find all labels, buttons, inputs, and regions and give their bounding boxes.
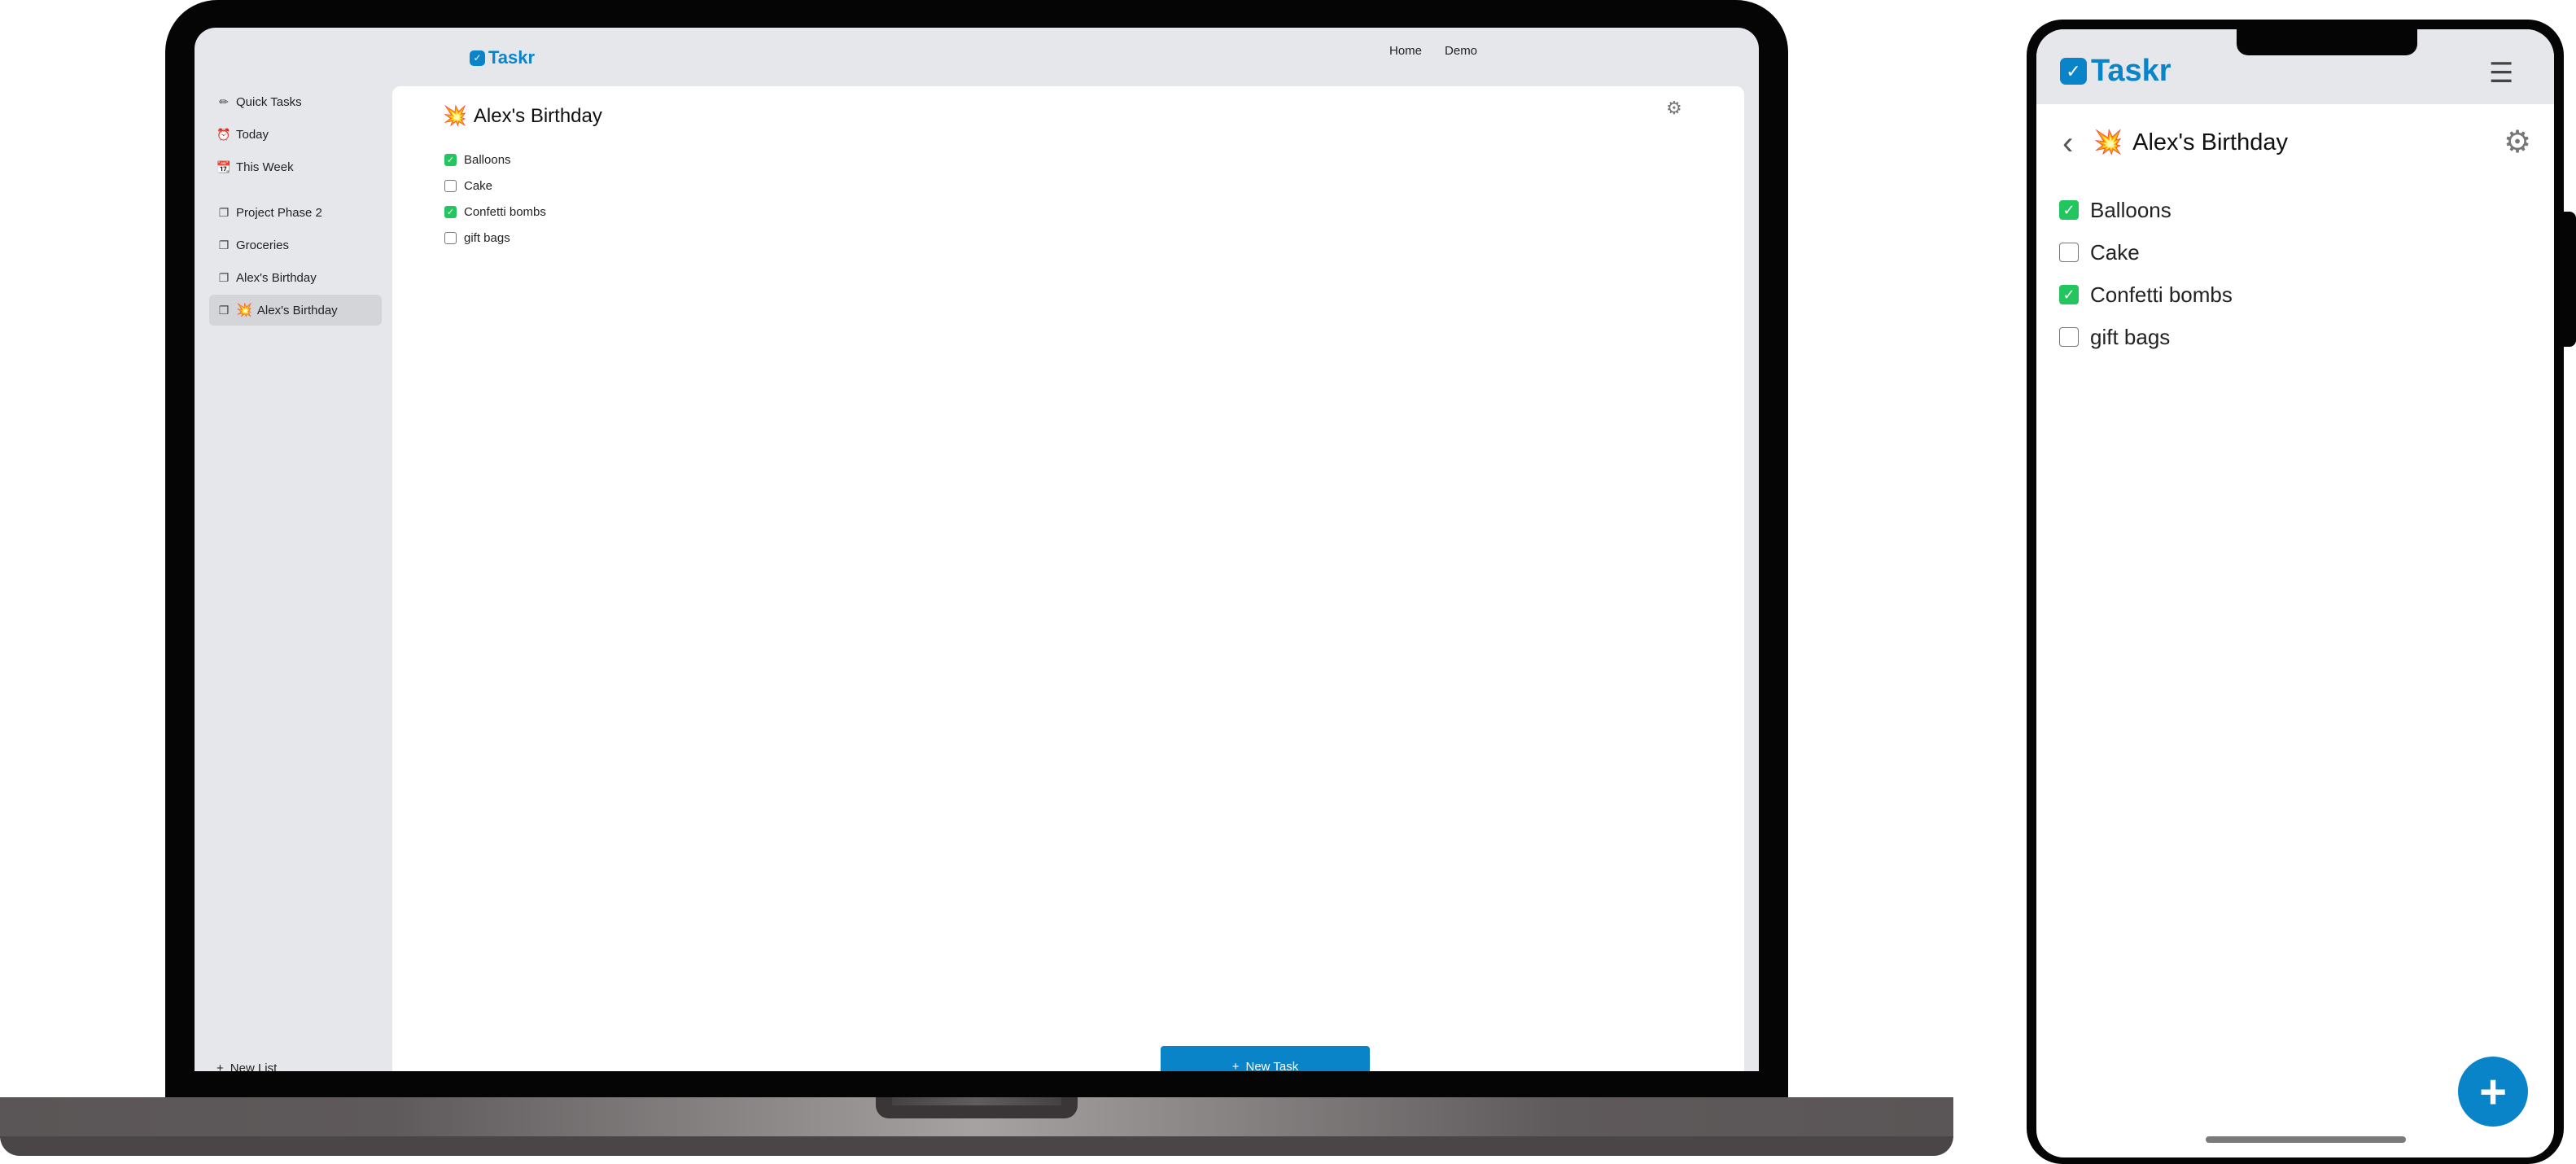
calendar-icon: 📆	[216, 160, 231, 173]
gear-icon[interactable]: ⚙	[1666, 98, 1682, 119]
explosion-emoji-icon: 💥	[2093, 129, 2123, 155]
list-title: 💥 Alex's Birthday	[2093, 129, 2288, 156]
plus-icon: +	[1231, 1059, 1240, 1072]
nav-home-link[interactable]: Home	[1389, 44, 1422, 58]
task-row[interactable]: gift bags	[2059, 316, 2233, 358]
new-list-label: New List	[230, 1061, 278, 1071]
list-icon: ❐	[218, 303, 230, 317]
nav-demo-link[interactable]: Demo	[1445, 44, 1477, 58]
gear-icon[interactable]: ⚙	[2504, 124, 2531, 160]
sidebar-item-today[interactable]: ⏰ Today	[209, 119, 382, 150]
list-title: 💥 Alex's Birthday	[443, 104, 602, 128]
logo-check-icon: ✓	[2060, 58, 2087, 85]
desktop-header: ✓ Taskr Home Demo	[195, 28, 1759, 86]
phone-side-button	[2561, 212, 2576, 347]
list-title-text: Alex's Birthday	[473, 104, 602, 127]
explosion-emoji-icon: 💥	[236, 304, 252, 317]
new-task-label: New Task	[1245, 1059, 1299, 1072]
new-task-button[interactable]: + New Task	[1161, 1046, 1370, 1071]
sidebar: ✏ Quick Tasks ⏰ Today 📆 This Week ❐ Proj…	[209, 85, 382, 1071]
task-list: ✓ Balloons Cake ✓ Confetti bombs gift ba…	[2059, 189, 2233, 358]
app-logo-text: Taskr	[488, 47, 536, 68]
sidebar-item-label: Alex's Birthday	[236, 270, 317, 285]
task-row[interactable]: Cake	[444, 173, 546, 199]
task-checkbox[interactable]	[444, 231, 457, 244]
list-icon: ❐	[218, 270, 230, 284]
task-row[interactable]: ✓ Balloons	[444, 147, 546, 173]
pencil-icon: ✏	[219, 94, 229, 108]
mobile-app-window: ✓ Taskr ☰ ‹ 💥 Alex's Birthday ⚙ ✓ Balloo…	[2036, 29, 2554, 1157]
app-logo[interactable]: ✓ Taskr	[470, 47, 535, 68]
sidebar-item-project-phase-2[interactable]: ❐ Project Phase 2	[209, 197, 382, 228]
hamburger-menu-icon[interactable]: ☰	[2489, 57, 2513, 90]
task-checkbox[interactable]	[2059, 243, 2079, 262]
logo-check-icon: ✓	[470, 50, 485, 66]
phone-notch	[2237, 23, 2417, 55]
laptop-hinge-notch	[876, 1097, 1078, 1118]
list-icon: ❐	[218, 205, 230, 219]
task-label: Confetti bombs	[464, 204, 546, 219]
sidebar-item-label: This Week	[236, 160, 294, 174]
list-icon: ❐	[218, 238, 230, 252]
sidebar-item-groceries[interactable]: ❐ Groceries	[209, 230, 382, 260]
task-label: Cake	[464, 178, 493, 193]
top-nav: Home Demo	[1389, 44, 1477, 58]
desktop-app-window: ✓ Taskr Home Demo ✏ Quick Tasks ⏰ Today …	[195, 28, 1759, 1071]
task-row[interactable]: ✓ Confetti bombs	[444, 199, 546, 225]
app-logo[interactable]: ✓ Taskr	[2060, 54, 2171, 89]
task-label: Balloons	[464, 152, 511, 167]
sidebar-item-label: Quick Tasks	[236, 94, 302, 109]
app-logo-text: Taskr	[2091, 54, 2171, 88]
alarm-clock-icon: ⏰	[216, 127, 231, 141]
task-label: Balloons	[2090, 197, 2171, 222]
explosion-emoji-icon: 💥	[443, 105, 467, 127]
task-label: gift bags	[2090, 324, 2171, 349]
task-checkbox[interactable]: ✓	[2059, 285, 2079, 304]
task-label: Confetti bombs	[2090, 282, 2233, 307]
list-title-text: Alex's Birthday	[2132, 129, 2289, 155]
task-list: ✓ Balloons Cake ✓ Confetti bombs gift ba…	[444, 147, 546, 251]
sidebar-item-quick-tasks[interactable]: ✏ Quick Tasks	[209, 86, 382, 117]
main-panel: 💥 Alex's Birthday ⚙ ✓ Balloons Cake ✓ Co…	[392, 86, 1744, 1071]
task-row[interactable]: ✓ Balloons	[2059, 189, 2233, 231]
task-checkbox[interactable]: ✓	[2059, 200, 2079, 220]
task-label: gift bags	[464, 230, 510, 245]
task-checkbox[interactable]	[444, 179, 457, 192]
sidebar-item-alexs-birthday-active[interactable]: ❐ 💥 Alex's Birthday	[209, 295, 382, 326]
task-row[interactable]: Cake	[2059, 231, 2233, 273]
plus-icon: +	[216, 1061, 224, 1071]
add-task-fab-button[interactable]: +	[2458, 1057, 2528, 1127]
task-checkbox[interactable]: ✓	[444, 205, 457, 218]
sidebar-item-this-week[interactable]: 📆 This Week	[209, 151, 382, 182]
back-chevron-icon[interactable]: ‹	[2062, 125, 2073, 162]
sidebar-item-label: Groceries	[236, 238, 290, 252]
task-checkbox[interactable]: ✓	[444, 153, 457, 166]
sidebar-item-label: Project Phase 2	[236, 205, 322, 220]
sidebar-item-label: Today	[236, 127, 269, 142]
task-row[interactable]: ✓ Confetti bombs	[2059, 273, 2233, 316]
task-checkbox[interactable]	[2059, 327, 2079, 347]
home-indicator	[2206, 1136, 2406, 1143]
new-list-button[interactable]: + New List	[216, 1061, 277, 1071]
sidebar-item-alexs-birthday[interactable]: ❐ Alex's Birthday	[209, 262, 382, 293]
laptop-base-edge	[0, 1136, 1953, 1156]
sidebar-item-label: Alex's Birthday	[256, 303, 338, 317]
task-label: Cake	[2090, 239, 2140, 265]
task-row[interactable]: gift bags	[444, 225, 546, 251]
